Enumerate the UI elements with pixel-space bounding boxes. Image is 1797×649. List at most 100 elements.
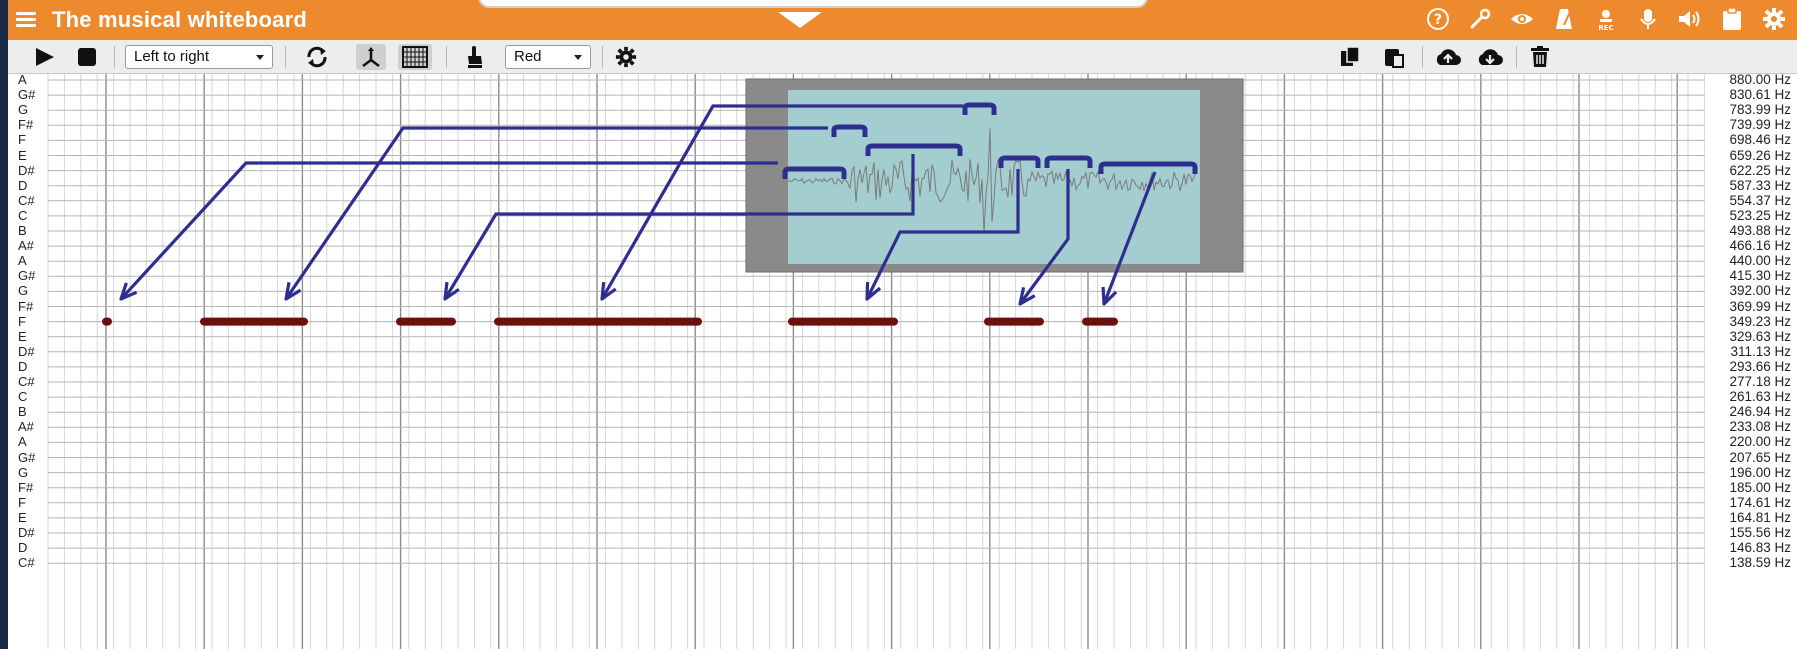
note-name-label: G — [18, 102, 29, 118]
note-name-label: D# — [18, 525, 35, 540]
note-name-label: B — [18, 404, 27, 420]
note-name-label: A — [18, 253, 27, 269]
note-name-label: C# — [18, 192, 35, 208]
note-name-label: D# — [18, 343, 35, 359]
staff-canvas[interactable]: A G# G F# F E D# D C# C B A# A G# G F# F E D# D C# C B A# A G# G F#… — [8, 72, 1797, 649]
speaker-icon[interactable] — [1677, 7, 1703, 33]
loop-icon[interactable] — [302, 44, 332, 70]
note-name-label: C# — [18, 555, 35, 571]
frequency-label: 554.37 Hz — [1729, 192, 1791, 208]
pointer-hand-icon[interactable] — [460, 44, 490, 70]
note-name-label: D — [18, 540, 28, 556]
frequency-label: 311.13 Hz — [1730, 343, 1791, 359]
toolbar-separator — [446, 46, 447, 68]
note-name-label: B — [18, 223, 27, 238]
eye-icon[interactable] — [1509, 7, 1535, 33]
title-icon-bar: ? REC — [1425, 7, 1787, 33]
note-name-label: F# — [18, 298, 34, 314]
note-name-label: A# — [18, 238, 34, 254]
frequency-label-column: 880.00 Hz 830.61 Hz 783.99 Hz 739.99 Hz 698.… — [1705, 72, 1797, 649]
color-select[interactable]: Red — [505, 45, 591, 69]
note-name-label: D — [18, 358, 28, 374]
frequency-label: 196.00 Hz — [1729, 464, 1791, 480]
cloud-download-icon[interactable] — [1474, 44, 1506, 70]
note-name-label: G — [18, 283, 29, 299]
wrench-icon[interactable] — [1467, 7, 1493, 33]
frequency-label: 783.99 Hz — [1729, 102, 1791, 118]
copy-icon[interactable] — [1336, 44, 1364, 70]
help-icon[interactable]: ? — [1425, 7, 1451, 33]
note-name-label: E — [18, 328, 27, 344]
color-select-value: Red — [514, 48, 542, 65]
trash-icon[interactable] — [1526, 44, 1554, 70]
axes-icon[interactable] — [356, 44, 386, 70]
frequency-label: 277.18 Hz — [1729, 374, 1791, 389]
collapse-toolbar-icon[interactable] — [778, 12, 822, 28]
settings-icon[interactable] — [1761, 7, 1787, 33]
play-icon[interactable] — [30, 44, 60, 70]
chevron-down-icon — [256, 55, 264, 60]
app-window: The musical whiteboard ? REC Left to rig… — [8, 0, 1797, 649]
app-title: The musical whiteboard — [52, 7, 308, 32]
microphone-icon[interactable] — [1635, 7, 1661, 33]
hamburger-menu-icon[interactable] — [14, 8, 40, 32]
frequency-label: 440.00 Hz — [1729, 253, 1791, 269]
note-name-label: F# — [18, 117, 34, 133]
frequency-label: 207.65 Hz — [1729, 449, 1791, 465]
note-name-label: D — [18, 177, 28, 193]
note-name-label: A# — [18, 419, 34, 435]
frequency-label: 233.08 Hz — [1729, 419, 1791, 435]
paste-icon[interactable] — [1380, 44, 1408, 70]
frequency-label: 622.25 Hz — [1729, 162, 1791, 178]
frequency-label: 174.61 Hz — [1729, 494, 1791, 510]
note-name-label: C# — [18, 374, 35, 389]
direction-select-value: Left to right — [134, 48, 210, 65]
frequency-label: 369.99 Hz — [1729, 298, 1791, 314]
note-name-label: G# — [18, 268, 36, 284]
settings-icon[interactable] — [612, 44, 640, 70]
frequency-label: 185.00 Hz — [1729, 479, 1791, 495]
frequency-label: 880.00 Hz — [1729, 72, 1791, 87]
toolbar-separator — [1422, 46, 1423, 68]
metronome-icon[interactable] — [1551, 7, 1577, 33]
toolbar-separator — [114, 46, 115, 68]
frequency-label: 220.00 Hz — [1729, 434, 1791, 450]
frequency-label: 659.26 Hz — [1729, 147, 1791, 163]
stop-icon[interactable] — [72, 44, 102, 70]
waveform-area — [788, 90, 1200, 264]
frequency-label: 329.63 Hz — [1729, 328, 1791, 344]
note-name-label: G# — [18, 449, 36, 465]
record-icon[interactable]: REC — [1593, 7, 1619, 33]
chevron-down-icon — [574, 55, 582, 60]
note-name-label: E — [18, 509, 27, 525]
note-name-label: G# — [18, 87, 36, 103]
toolbar-separator — [602, 46, 603, 68]
note-name-label: C — [18, 207, 28, 223]
note-name-label: D# — [18, 162, 35, 178]
grid-icon[interactable] — [398, 44, 432, 70]
frequency-label: 493.88 Hz — [1729, 223, 1791, 238]
frequency-label: 523.25 Hz — [1729, 207, 1791, 223]
note-name-label: A — [18, 72, 27, 87]
frequency-label: 587.33 Hz — [1729, 177, 1791, 193]
frequency-label: 293.66 Hz — [1729, 358, 1791, 374]
svg-text:?: ? — [1434, 12, 1442, 28]
frequency-label: 349.23 Hz — [1729, 313, 1791, 329]
frequency-label: 146.83 Hz — [1729, 540, 1791, 556]
frequency-label: 415.30 Hz — [1729, 268, 1791, 284]
svg-text:REC: REC — [1598, 24, 1613, 31]
frequency-label: 698.46 Hz — [1729, 132, 1791, 148]
clipboard-icon[interactable] — [1719, 7, 1745, 33]
staff-grid[interactable] — [8, 74, 1797, 649]
note-name-label: C — [18, 389, 28, 405]
note-name-label: F — [18, 313, 26, 329]
note-name-label: G — [18, 464, 29, 480]
direction-select[interactable]: Left to right — [125, 45, 273, 69]
note-name-label: F# — [18, 479, 34, 495]
frequency-label: 138.59 Hz — [1729, 555, 1791, 571]
frequency-label: 164.81 Hz — [1729, 509, 1791, 525]
top-overlay-bar — [478, 0, 1148, 8]
cloud-upload-icon[interactable] — [1432, 44, 1464, 70]
frequency-label: 155.56 Hz — [1729, 525, 1791, 540]
frequency-label: 739.99 Hz — [1729, 117, 1791, 133]
